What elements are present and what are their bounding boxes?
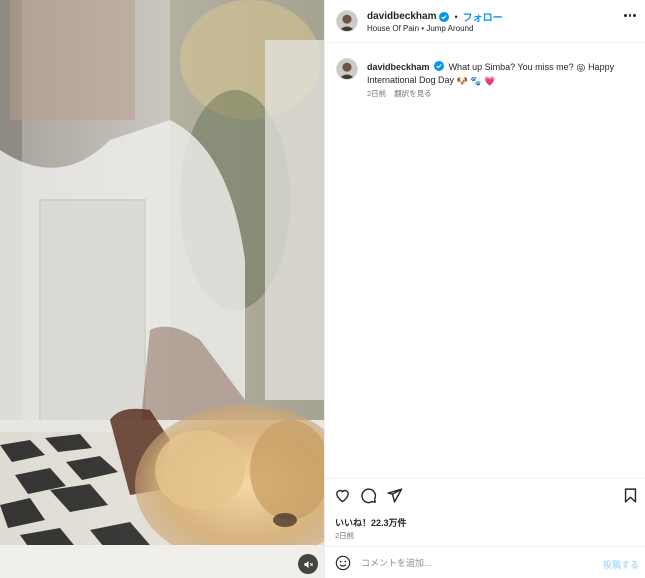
- separator-dot: •: [454, 11, 458, 22]
- audio-track: Jump Around: [426, 24, 474, 33]
- more-horizontal-icon: [624, 14, 627, 17]
- action-section: いいね！22.3万件 2日前: [325, 478, 645, 546]
- see-translation-link[interactable]: 翻訳を見る: [394, 88, 432, 99]
- audio-artist: House Of Pain: [367, 24, 420, 33]
- header-user-row: davidbeckham • フォロー: [367, 9, 503, 24]
- follow-button[interactable]: フォロー: [463, 9, 503, 24]
- action-bar: [334, 487, 403, 504]
- post-video[interactable]: [0, 0, 324, 578]
- video-frame: [0, 0, 324, 578]
- more-options-button[interactable]: [624, 14, 637, 18]
- more-dot: [628, 14, 632, 17]
- audio-separator: •: [421, 24, 425, 33]
- heart-icon[interactable]: [334, 487, 351, 504]
- caption-username[interactable]: davidbeckham: [367, 62, 430, 72]
- avatar-image: [337, 11, 357, 31]
- likes-count[interactable]: いいね！22.3万件: [335, 516, 407, 529]
- post-comment-button[interactable]: 投稿する: [603, 558, 639, 571]
- verified-badge-icon: [439, 11, 450, 22]
- instagram-post: davidbeckham • フォロー House Of Pain • Jump…: [0, 0, 645, 578]
- audio-toggle-button[interactable]: [298, 554, 318, 574]
- caption-body-1: What up Simba? You miss me?: [448, 62, 574, 72]
- audio-attribution[interactable]: House Of Pain • Jump Around: [367, 24, 473, 33]
- caption-text: davidbeckham What up Simba? You miss me?…: [367, 61, 637, 87]
- share-icon[interactable]: [386, 487, 403, 504]
- emoji-squint-tongue: 😝: [576, 63, 586, 73]
- post-timestamp[interactable]: 2日前: [335, 530, 354, 541]
- comment-bar: 投稿する: [325, 546, 645, 578]
- caption-avatar[interactable]: [336, 58, 358, 80]
- avatar[interactable]: [336, 10, 358, 32]
- post-side-panel: davidbeckham • フォロー House Of Pain • Jump…: [324, 0, 645, 578]
- bookmark-icon[interactable]: [622, 487, 639, 504]
- comment-icon[interactable]: [360, 487, 377, 504]
- emoji-icon[interactable]: [335, 555, 351, 571]
- emoji-dog-face: 🐶: [456, 76, 468, 86]
- comment-input[interactable]: [361, 555, 581, 571]
- emoji-heart: 💗: [484, 76, 496, 86]
- more-dot: [633, 14, 637, 17]
- caption-meta: 2日前 翻訳を見る: [367, 88, 432, 99]
- username-link[interactable]: davidbeckham: [367, 11, 436, 22]
- verified-badge-icon: [434, 61, 445, 71]
- caption-time[interactable]: 2日前: [367, 88, 386, 99]
- avatar-image: [337, 59, 357, 79]
- speaker-muted-icon: [303, 560, 313, 568]
- post-header: davidbeckham • フォロー House Of Pain • Jump…: [325, 0, 645, 43]
- emoji-paw-prints: 🐾: [470, 76, 482, 86]
